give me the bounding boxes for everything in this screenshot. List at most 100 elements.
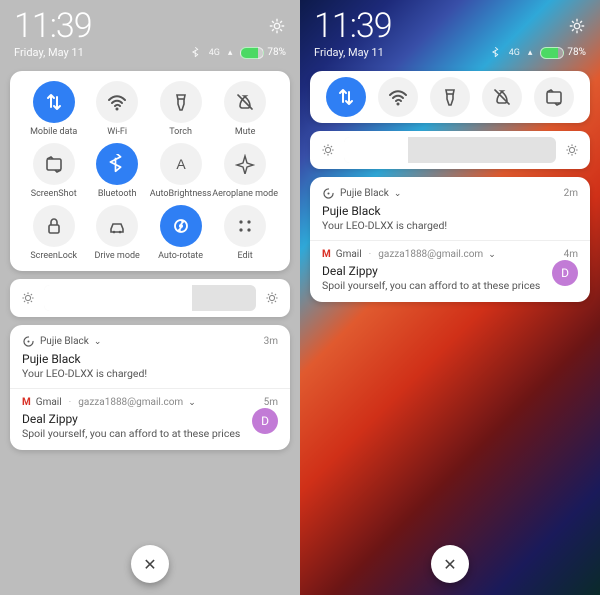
signal-icon: ▴ xyxy=(528,48,533,58)
sender-avatar: D xyxy=(552,260,578,286)
qs-toggle-wifi[interactable]: Wi-Fi xyxy=(85,81,148,137)
phone-left: 11:39 Friday, May 11 4G ▴ 78% Mobile dat… xyxy=(0,0,300,595)
qs-toggle-torch[interactable]: Torch xyxy=(149,81,212,137)
dismiss-all-button[interactable]: ✕ xyxy=(131,545,169,583)
notification-title: Deal Zippy xyxy=(322,264,546,278)
gmail-icon: M xyxy=(22,397,31,408)
brightness-high-icon xyxy=(264,290,280,306)
qs-toggle-mobile-data[interactable]: Mobile data xyxy=(22,81,85,137)
app-name: Gmail xyxy=(36,397,62,408)
qs-toggle-screenshot[interactable] xyxy=(534,77,574,117)
brightness-fill xyxy=(44,285,192,311)
date-label: Friday, May 11 xyxy=(314,46,384,59)
notification-app-row[interactable]: M Gmail · gazza1888@gmail.com ⌄ xyxy=(22,397,196,408)
auto-rotate-icon xyxy=(160,205,202,247)
notification-body: Spoil yourself, you can afford to at the… xyxy=(22,427,246,440)
brightness-fill xyxy=(344,137,408,163)
edit-icon xyxy=(224,205,266,247)
qs-label: Wi-Fi xyxy=(107,127,127,137)
signal-icon: ▴ xyxy=(228,48,233,58)
app-name: Pujie Black xyxy=(340,188,389,199)
sender-email: gazza1888@gmail.com xyxy=(378,249,483,260)
notification-card[interactable]: Pujie Black ⌄ 2m Pujie Black Your LEO-DL… xyxy=(310,177,590,302)
brightness-low-icon xyxy=(320,142,336,158)
qs-toggle-auto-rotate[interactable]: Auto-rotate xyxy=(149,205,212,261)
network-label: 4G xyxy=(509,48,520,58)
gmail-icon: M xyxy=(322,249,331,260)
notification-time: 3m xyxy=(264,336,278,347)
qs-label: Mute xyxy=(235,127,256,137)
qs-label: Mobile data xyxy=(30,127,77,137)
quick-settings-panel: Mobile data Wi-Fi Torch Mute ScreenShot Bluet… xyxy=(10,71,290,271)
qs-label: Auto-rotate xyxy=(158,251,203,261)
qs-label: Aeroplane mode xyxy=(212,189,278,199)
notification-title: Pujie Black xyxy=(22,352,278,366)
battery-indicator: 78% xyxy=(540,47,586,59)
date-label: Friday, May 11 xyxy=(14,46,84,59)
qs-toggle-edit[interactable]: Edit xyxy=(212,205,278,261)
qs-toggle-bluetooth[interactable]: Bluetooth xyxy=(85,143,148,199)
qs-label: Bluetooth xyxy=(98,189,137,199)
qs-toggle-torch[interactable] xyxy=(430,77,470,117)
qs-toggle-auto-brightness[interactable]: AutoBrightness xyxy=(149,143,212,199)
notification-app-row[interactable]: M Gmail · gazza1888@gmail.com ⌄ xyxy=(322,249,496,260)
battery-indicator: 78% xyxy=(240,47,286,59)
brightness-track[interactable] xyxy=(344,137,556,163)
divider xyxy=(310,240,590,241)
dismiss-all-button[interactable]: ✕ xyxy=(431,545,469,583)
notification-title: Pujie Black xyxy=(322,204,578,218)
mute-icon xyxy=(224,81,266,123)
status-indicators: 4G ▴ 78% xyxy=(491,47,586,59)
brightness-slider[interactable] xyxy=(310,131,590,169)
mute-icon xyxy=(482,77,522,117)
settings-icon[interactable] xyxy=(568,17,586,35)
notification-app-row[interactable]: Pujie Black ⌄ xyxy=(322,187,401,200)
chevron-down-icon[interactable]: ⌄ xyxy=(394,189,402,199)
qs-toggle-drive-mode[interactable]: Drive mode xyxy=(85,205,148,261)
wifi-icon xyxy=(96,81,138,123)
status-indicators: 4G ▴ 78% xyxy=(191,47,286,59)
qs-label: Edit xyxy=(238,251,253,261)
qs-label: ScreenShot xyxy=(31,189,77,199)
chevron-down-icon[interactable]: ⌄ xyxy=(94,337,102,347)
notification-time: 4m xyxy=(564,249,578,260)
status-bar: 11:39 Friday, May 11 4G ▴ 78% xyxy=(0,0,300,63)
screenshot-icon xyxy=(33,143,75,185)
qs-toggle-screen-lock[interactable]: ScreenLock xyxy=(22,205,85,261)
close-icon: ✕ xyxy=(443,555,456,574)
torch-icon xyxy=(160,81,202,123)
chevron-down-icon[interactable]: ⌄ xyxy=(488,250,496,260)
screen-lock-icon xyxy=(33,205,75,247)
qs-label: Torch xyxy=(169,127,192,137)
qs-toggle-screenshot[interactable]: ScreenShot xyxy=(22,143,85,199)
wifi-icon xyxy=(378,77,418,117)
qs-toggle-wifi[interactable] xyxy=(378,77,418,117)
qs-toggle-mute[interactable] xyxy=(482,77,522,117)
sender-email: gazza1888@gmail.com xyxy=(78,397,183,408)
mobile-data-icon xyxy=(326,77,366,117)
notification-time: 5m xyxy=(264,397,278,408)
quick-settings-panel xyxy=(310,71,590,123)
qs-toggle-mobile-data[interactable] xyxy=(326,77,366,117)
brightness-high-icon xyxy=(564,142,580,158)
notification-title: Deal Zippy xyxy=(22,412,246,426)
notification-app-row[interactable]: Pujie Black ⌄ xyxy=(22,335,101,348)
qs-label: ScreenLock xyxy=(30,251,77,261)
app-name: Gmail xyxy=(336,249,362,260)
app-name: Pujie Black xyxy=(40,336,89,347)
aeroplane-icon xyxy=(224,143,266,185)
notification-body: Your LEO-DLXX is charged! xyxy=(22,367,278,380)
brightness-low-icon xyxy=(20,290,36,306)
drive-mode-icon xyxy=(96,205,138,247)
brightness-track[interactable] xyxy=(44,285,256,311)
chevron-down-icon[interactable]: ⌄ xyxy=(188,398,196,408)
notification-time: 2m xyxy=(564,188,578,199)
qs-toggle-aeroplane[interactable]: Aeroplane mode xyxy=(212,143,278,199)
settings-icon[interactable] xyxy=(268,17,286,35)
network-label: 4G xyxy=(209,48,220,58)
notification-body: Your LEO-DLXX is charged! xyxy=(322,219,578,232)
brightness-slider[interactable] xyxy=(10,279,290,317)
qs-label: AutoBrightness xyxy=(150,189,212,199)
notification-card[interactable]: Pujie Black ⌄ 3m Pujie Black Your LEO-DL… xyxy=(10,325,290,450)
qs-toggle-mute[interactable]: Mute xyxy=(212,81,278,137)
